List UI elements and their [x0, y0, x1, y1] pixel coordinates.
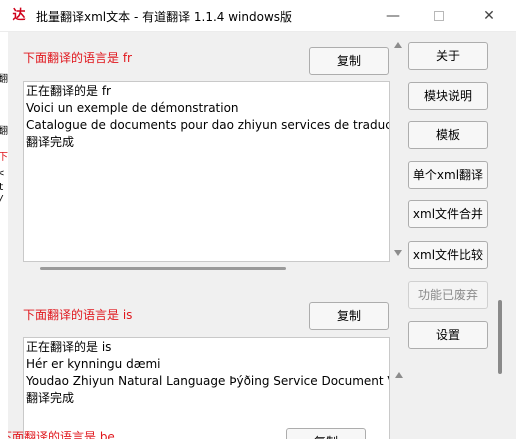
- background-window-strip: 翻 翻 下 < t /: [0, 32, 8, 439]
- output-line: Hér er kynningu dæmi: [26, 357, 161, 371]
- background-fragment: 翻: [0, 126, 8, 137]
- background-fragment: 下: [0, 152, 8, 163]
- output-line: Catalogue de documents pour dao zhiyun s…: [26, 118, 390, 132]
- settings-button[interactable]: 设置: [408, 321, 488, 349]
- section-language-label: 下面翻译的语言是 be: [8, 430, 115, 439]
- translation-output-fr[interactable]: 正在翻译的是 fr Voici un exemple de démonstrat…: [23, 81, 390, 262]
- results-scroll-pane[interactable]: 下面翻译的语言是 fr 复制 正在翻译的是 fr Voici un exempl…: [8, 32, 400, 439]
- copy-button[interactable]: 复制: [286, 428, 366, 439]
- output-line: 正在翻译的是 fr: [26, 84, 111, 98]
- title-bar[interactable]: 达 批量翻译xml文本 - 有道翻译 1.1.4 windows版 — ✕: [0, 0, 516, 32]
- app-logo-icon: 达: [12, 8, 26, 23]
- background-fragment: t: [0, 182, 5, 193]
- sidebar-scrollbar-thumb[interactable]: [498, 300, 502, 374]
- copy-button[interactable]: 复制: [309, 302, 389, 330]
- single-xml-translate-button[interactable]: 单个xml翻译: [408, 161, 488, 189]
- maximize-icon: [434, 11, 444, 21]
- close-button[interactable]: ✕: [462, 0, 516, 32]
- scroll-up-arrow-icon[interactable]: [395, 372, 403, 378]
- section-language-label: 下面翻译的语言是 is: [23, 308, 133, 322]
- maximize-button[interactable]: [416, 0, 462, 32]
- template-button[interactable]: 模板: [408, 121, 488, 149]
- output-line: Youdao Zhiyun Natural Language Þýðing Se…: [26, 374, 390, 388]
- output-line: 正在翻译的是 is: [26, 340, 112, 354]
- section-language-label: 下面翻译的语言是 fr: [23, 51, 132, 65]
- xml-merge-button[interactable]: xml文件合并: [408, 200, 488, 228]
- horizontal-scrollbar-thumb[interactable]: [40, 267, 286, 270]
- copy-button[interactable]: 复制: [309, 47, 389, 75]
- results-vertical-scrollbar[interactable]: [392, 32, 404, 439]
- module-help-button[interactable]: 模块说明: [408, 82, 488, 110]
- background-fragment: <: [0, 168, 5, 179]
- about-button[interactable]: 关于: [408, 42, 488, 70]
- scroll-up-arrow-icon[interactable]: [394, 42, 402, 48]
- window-title: 批量翻译xml文本 - 有道翻译 1.1.4 windows版: [36, 10, 293, 24]
- minimize-button[interactable]: —: [370, 0, 416, 32]
- output-line: Voici un exemple de démonstration: [26, 101, 239, 115]
- deprecated-feature-button: 功能已废弃: [408, 281, 488, 309]
- xml-compare-button[interactable]: xml文件比较: [408, 241, 488, 269]
- translation-output-is[interactable]: 正在翻译的是 is Hér er kynningu dæmi Youdao Zh…: [23, 337, 390, 439]
- output-line: 翻译完成: [26, 135, 75, 149]
- scroll-down-arrow-icon[interactable]: [394, 250, 402, 256]
- background-fragment: /: [0, 194, 4, 206]
- window-client-area: 翻 翻 下 < t / 下面翻译的语言是 fr 复制 正在翻译的是 fr Voi…: [0, 32, 516, 439]
- output-line: 翻译完成: [26, 391, 75, 405]
- background-fragment: 翻: [0, 74, 8, 85]
